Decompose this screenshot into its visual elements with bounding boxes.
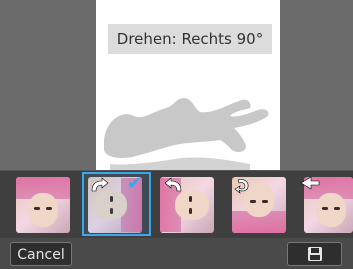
- cancel-button[interactable]: Cancel: [10, 242, 72, 266]
- rotate-left-icon: [164, 177, 182, 192]
- flip-icon: [300, 176, 320, 190]
- selected-check-icon: ✔: [127, 173, 143, 194]
- bottom-action-bar: Cancel: [0, 238, 353, 269]
- save-button[interactable]: [287, 242, 342, 266]
- preview-silhouette: [104, 98, 269, 170]
- rotate-right-icon: [91, 177, 109, 192]
- rotate-editor-screen: Drehen: Rechts 90° ✔ Cancel: [0, 0, 353, 269]
- thumb-image: [16, 177, 70, 233]
- rotation-caption: Drehen: Rechts 90°: [108, 24, 272, 54]
- rotate-180-icon: [234, 179, 249, 194]
- save-icon: [308, 247, 322, 261]
- thumb-original[interactable]: [16, 177, 70, 233]
